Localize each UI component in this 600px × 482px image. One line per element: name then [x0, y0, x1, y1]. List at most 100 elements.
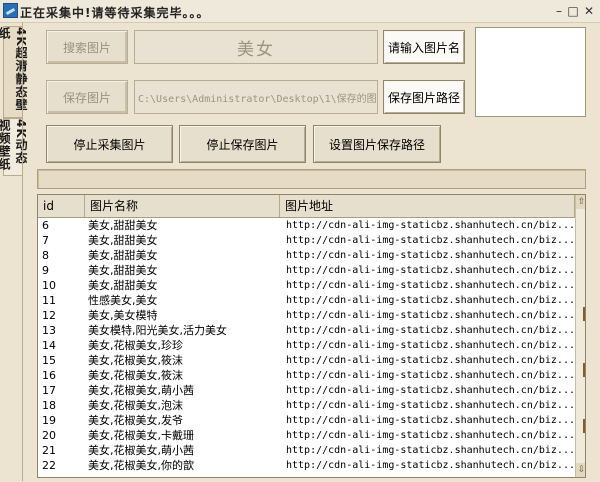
window-title: 正在采集中!请等待采集完毕。。。	[20, 6, 210, 20]
maximize-icon[interactable]: □	[566, 4, 580, 18]
column-header-id[interactable]: id	[38, 195, 85, 217]
cell-id: 20	[42, 429, 56, 442]
scroll-up-arrow-icon[interactable]: ⇧	[576, 195, 585, 209]
set-save-path-button[interactable]: 设置图片保存路径	[313, 125, 441, 163]
table-row[interactable]: 7 美女,甜甜美女 http://cdn-ali-img-staticbz.shan…	[38, 233, 575, 248]
cell-id: 7	[42, 234, 49, 247]
table-row[interactable]: 16 美女,花椒美女,筱沫 http://cdn-ali-img-staticbz.…	[38, 368, 575, 383]
save-image-button[interactable]: 保存图片	[46, 80, 128, 114]
cell-name: 美女,花椒美女,你的歆	[88, 459, 194, 472]
cell-id: 12	[42, 309, 56, 322]
cell-url: http://cdn-ali-img-staticbz.shanhutech.c…	[286, 220, 575, 231]
table-row[interactable]: 14 美女,花椒美女,珍珍 http://cdn-ali-img-staticbz.…	[38, 338, 575, 353]
table-body: 6 美女,甜甜美女 http://cdn-ali-img-staticbz.shan…	[38, 218, 575, 473]
table-row[interactable]: 6 美女,甜甜美女 http://cdn-ali-img-staticbz.shan…	[38, 218, 575, 233]
minimize-icon[interactable]: –	[552, 4, 566, 18]
cell-id: 10	[42, 279, 56, 292]
cell-name: 美女,花椒美女,筱沫	[88, 354, 183, 367]
table-row[interactable]: 20 美女,花椒美女,卡戴珊 http://cdn-ali-img-staticbz…	[38, 428, 575, 443]
cell-name: 美女,甜甜美女	[88, 234, 158, 247]
save-path-button[interactable]: 保存图片路径	[383, 80, 465, 114]
cell-url: http://cdn-ali-img-staticbz.shanhutech.c…	[286, 400, 575, 411]
table-row[interactable]: 12 美女,美女模特 http://cdn-ali-img-staticbz.sha…	[38, 308, 575, 323]
cell-name: 美女模特,阳光美女,活力美女	[88, 324, 227, 337]
cell-id: 18	[42, 399, 56, 412]
progress-bar	[37, 169, 586, 189]
cell-url: http://cdn-ali-img-staticbz.shanhutech.c…	[286, 325, 575, 336]
table-header: id 图片名称 图片地址	[38, 195, 575, 218]
cell-name: 美女,美女模特	[88, 309, 158, 322]
table-row[interactable]: 9 美女,甜甜美女 http://cdn-ali-img-staticbz.shan…	[38, 263, 575, 278]
table-row[interactable]: 13 美女模特,阳光美女,活力美女 http://cdn-ali-img-stati…	[38, 323, 575, 338]
table-row[interactable]: 10 美女,甜甜美女 http://cdn-ali-img-staticbz.sha…	[38, 278, 575, 293]
cell-name: 美女,花椒美女,卡戴珊	[88, 429, 194, 442]
cell-id: 21	[42, 444, 56, 457]
save-path-input[interactable]: C:\Users\Administrator\Desktop\1\保存的图片	[134, 80, 378, 114]
table-row[interactable]: 11 性感美女,美女 http://cdn-ali-img-staticbz.sha…	[38, 293, 575, 308]
cell-name: 美女,甜甜美女	[88, 264, 158, 277]
cell-id: 11	[42, 294, 56, 307]
cell-name: 美女,甜甜美女	[88, 219, 158, 232]
scroll-marker	[583, 363, 585, 377]
column-header-name[interactable]: 图片名称	[85, 195, 280, 217]
table-row[interactable]: 21 美女,花椒美女,萌小茜 http://cdn-ali-img-staticbz…	[38, 443, 575, 458]
cell-url: http://cdn-ali-img-staticbz.shanhutech.c…	[286, 265, 575, 276]
title-bar: 正在采集中!请等待采集完毕。。。 – □ ✕	[0, 0, 600, 23]
cell-url: http://cdn-ali-img-staticbz.shanhutech.c…	[286, 235, 575, 246]
scroll-marker	[583, 307, 585, 321]
cell-id: 15	[42, 354, 56, 367]
scroll-track[interactable]	[577, 209, 585, 463]
cell-id: 22	[42, 459, 56, 472]
table-row[interactable]: 18 美女,花椒美女,泡沫 http://cdn-ali-img-staticbz.…	[38, 398, 575, 413]
tab-dynamic-wallpaper[interactable]: 4K动态视频壁纸	[0, 118, 28, 176]
cell-id: 13	[42, 324, 56, 337]
cell-url: http://cdn-ali-img-staticbz.shanhutech.c…	[286, 250, 575, 261]
cell-url: http://cdn-ali-img-staticbz.shanhutech.c…	[286, 340, 575, 351]
cell-name: 美女,花椒美女,发爷	[88, 414, 183, 427]
cell-id: 17	[42, 384, 56, 397]
close-icon[interactable]: ✕	[582, 4, 596, 18]
cell-name: 美女,甜甜美女	[88, 249, 158, 262]
cell-name: 性感美女,美女	[88, 294, 158, 307]
cell-url: http://cdn-ali-img-staticbz.shanhutech.c…	[286, 370, 575, 381]
table-row[interactable]: 8 美女,甜甜美女 http://cdn-ali-img-staticbz.shan…	[38, 248, 575, 263]
cell-url: http://cdn-ali-img-staticbz.shanhutech.c…	[286, 295, 575, 306]
cell-url: http://cdn-ali-img-staticbz.shanhutech.c…	[286, 385, 575, 396]
scroll-down-arrow-icon[interactable]: ⇩	[576, 463, 585, 477]
enter-image-name-button[interactable]: 请输入图片名	[383, 30, 465, 64]
stop-save-button[interactable]: 停止保存图片	[179, 125, 306, 163]
column-header-url[interactable]: 图片地址	[280, 195, 575, 217]
cell-id: 9	[42, 264, 49, 277]
vertical-scrollbar[interactable]: ⇧ ⇩	[575, 195, 585, 477]
table-row[interactable]: 22 美女,花椒美女,你的歆 http://cdn-ali-img-staticbz…	[38, 458, 575, 473]
cell-name: 美女,甜甜美女	[88, 279, 158, 292]
keyword-input[interactable]: 美女	[134, 30, 378, 64]
cell-url: http://cdn-ali-img-staticbz.shanhutech.c…	[286, 460, 575, 471]
table-row[interactable]: 17 美女,花椒美女,萌小茜 http://cdn-ali-img-staticbz…	[38, 383, 575, 398]
cell-url: http://cdn-ali-img-staticbz.shanhutech.c…	[286, 430, 575, 441]
table-row[interactable]: 19 美女,花椒美女,发爷 http://cdn-ali-img-staticbz.…	[38, 413, 575, 428]
cell-name: 美女,花椒美女,泡沫	[88, 399, 183, 412]
cell-name: 美女,花椒美女,萌小茜	[88, 384, 194, 397]
table-row[interactable]: 15 美女,花椒美女,筱沫 http://cdn-ali-img-staticbz.…	[38, 353, 575, 368]
stop-collect-button[interactable]: 停止采集图片	[46, 125, 173, 163]
image-table: id 图片名称 图片地址 6 美女,甜甜美女 http://cdn-ali-img-…	[37, 194, 586, 478]
cell-url: http://cdn-ali-img-staticbz.shanhutech.c…	[286, 445, 575, 456]
scroll-marker	[583, 419, 585, 433]
cell-id: 8	[42, 249, 49, 262]
cell-url: http://cdn-ali-img-staticbz.shanhutech.c…	[286, 280, 575, 291]
cell-name: 美女,花椒美女,珍珍	[88, 339, 183, 352]
cell-name: 美女,花椒美女,萌小茜	[88, 444, 194, 457]
image-preview	[475, 27, 586, 117]
cell-url: http://cdn-ali-img-staticbz.shanhutech.c…	[286, 310, 575, 321]
cell-id: 16	[42, 369, 56, 382]
tab-static-wallpaper[interactable]: 4K超清静态壁纸	[0, 26, 28, 118]
cell-id: 6	[42, 219, 49, 232]
app-icon	[3, 3, 18, 18]
cell-id: 19	[42, 414, 56, 427]
cell-url: http://cdn-ali-img-staticbz.shanhutech.c…	[286, 355, 575, 366]
cell-url: http://cdn-ali-img-staticbz.shanhutech.c…	[286, 415, 575, 426]
cell-name: 美女,花椒美女,筱沫	[88, 369, 183, 382]
cell-id: 14	[42, 339, 56, 352]
search-image-button[interactable]: 搜索图片	[46, 30, 128, 64]
